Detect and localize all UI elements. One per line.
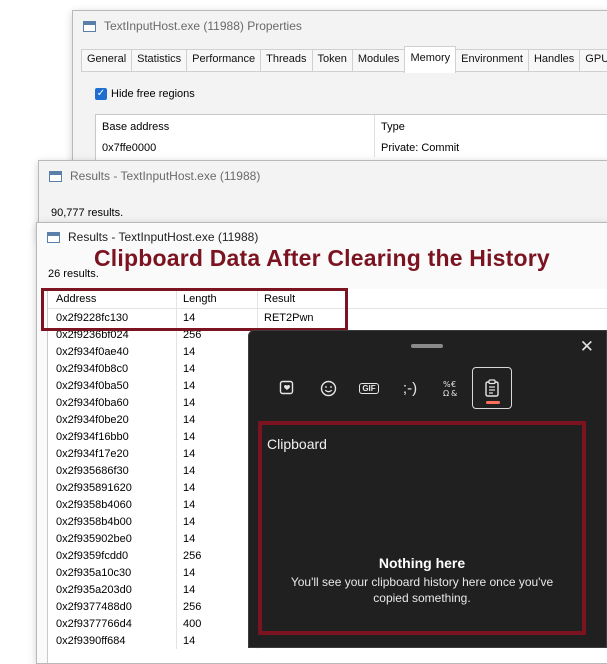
- kaomoji-icon[interactable]: ;-): [390, 367, 430, 409]
- properties-title: TextInputHost.exe (11988) Properties: [104, 19, 302, 33]
- close-icon[interactable]: ✕: [580, 337, 594, 357]
- cell-address: 0x2f934f16bb0: [48, 428, 177, 445]
- results-1-title: Results - TextInputHost.exe (11988): [70, 169, 261, 183]
- tab-environment[interactable]: Environment: [455, 49, 529, 71]
- cell-address: 0x2f935a203d0: [48, 581, 177, 598]
- tab-modules[interactable]: Modules: [351, 49, 406, 71]
- cell-length: 14: [177, 496, 258, 513]
- tab-general[interactable]: General: [81, 49, 133, 71]
- clipboard-content-highlight: Clipboard Nothing here You'll see your c…: [258, 421, 586, 635]
- clipboard-icon[interactable]: [472, 367, 512, 409]
- tab-token[interactable]: Token: [311, 49, 353, 71]
- cell-address: 0x2f934f0ae40: [48, 343, 177, 360]
- cell-address: 0x2f9358b4b00: [48, 513, 177, 530]
- clipboard-section-title: Clipboard: [267, 436, 327, 452]
- cell-length: 14: [177, 411, 258, 428]
- tab-gpu[interactable]: GPU: [579, 49, 607, 71]
- cell-length: 256: [177, 598, 258, 615]
- svg-text:€: €: [451, 380, 456, 389]
- cell-address: 0x2f934f0be20: [48, 411, 177, 428]
- cell-length: 14: [177, 581, 258, 598]
- cell-base-address: 0x7ffe0000: [96, 139, 375, 157]
- panel-tab-bar: GIF ;-) % € Ω &: [267, 367, 513, 409]
- cell-length: 14: [177, 445, 258, 462]
- column-type[interactable]: Type: [375, 121, 405, 133]
- cell-address: 0x2f934f0ba60: [48, 394, 177, 411]
- properties-tabs: General Statistics Performance Threads T…: [81, 46, 607, 73]
- svg-text:%: %: [443, 380, 451, 389]
- svg-text:&: &: [451, 389, 457, 397]
- cell-length: 14: [177, 360, 258, 377]
- emoji-icon[interactable]: [308, 367, 348, 409]
- memory-table-header: Base address Type: [96, 115, 607, 139]
- cell-length: 256: [177, 547, 258, 564]
- emoji-favorites-icon[interactable]: [267, 367, 307, 409]
- app-window-icon: [47, 231, 60, 243]
- tab-statistics[interactable]: Statistics: [131, 49, 188, 71]
- cell-address: 0x2f935686f30: [48, 462, 177, 479]
- results-1-count: 90,777 results.: [51, 207, 124, 219]
- app-window-icon: [83, 20, 96, 32]
- checkmark-icon: ✓: [95, 88, 107, 100]
- cell-type: Private: Commit: [381, 142, 460, 154]
- cell-address: 0x2f935a10c30: [48, 564, 177, 581]
- empty-state-message: You'll see your clipboard history here o…: [290, 575, 554, 605]
- cell-length: 14: [177, 462, 258, 479]
- cell-length: 14: [177, 428, 258, 445]
- cell-address: 0x2f9359fcdd0: [48, 547, 177, 564]
- cell-length: 14: [177, 479, 258, 496]
- cell-length: 14: [177, 377, 258, 394]
- results-2-count: 26 results.: [48, 268, 99, 280]
- symbols-icon[interactable]: % € Ω &: [431, 367, 471, 409]
- cell-address: 0x2f9390ff684: [48, 632, 177, 649]
- hide-free-regions-label: Hide free regions: [111, 88, 195, 100]
- column-base-address[interactable]: Base address: [96, 115, 375, 139]
- app-window-icon: [49, 170, 62, 182]
- drag-handle[interactable]: [411, 344, 443, 348]
- cell-address: 0x2f9377766d4: [48, 615, 177, 632]
- results-2-title: Results - TextInputHost.exe (11988): [68, 230, 259, 244]
- results-1-titlebar[interactable]: Results - TextInputHost.exe (11988): [39, 161, 607, 191]
- cell-address: 0x2f935902be0: [48, 530, 177, 547]
- empty-state-title: Nothing here: [378, 555, 466, 571]
- cell-address: 0x2f934f17e20: [48, 445, 177, 462]
- annotation-headline: Clipboard Data After Clearing the Histor…: [94, 245, 550, 271]
- cell-length: 14: [177, 513, 258, 530]
- cell-address: 0x2f9377488d0: [48, 598, 177, 615]
- cell-length: 14: [177, 394, 258, 411]
- tab-performance[interactable]: Performance: [186, 49, 262, 71]
- cell-length: 14: [177, 564, 258, 581]
- cell-address: 0x2f9358b4060: [48, 496, 177, 513]
- cell-address: 0x2f934f0b8c0: [48, 360, 177, 377]
- cell-length: 14: [177, 632, 258, 649]
- table-row[interactable]: 0x7ffe0000 Private: Commit: [96, 139, 607, 157]
- cell-length: 400: [177, 615, 258, 632]
- clipboard-panel: ✕ GIF ;-) % € Ω & Clipboard Nothing here Yo…: [248, 330, 607, 648]
- properties-titlebar[interactable]: TextInputHost.exe (11988) Properties: [73, 11, 607, 41]
- cell-address: 0x2f934f0ba50: [48, 377, 177, 394]
- first-row-highlight: [41, 288, 348, 331]
- hide-free-regions-checkbox[interactable]: ✓ Hide free regions: [95, 88, 195, 100]
- tab-memory[interactable]: Memory: [404, 46, 457, 73]
- tab-handles[interactable]: Handles: [527, 49, 581, 71]
- cell-address: 0x2f935891620: [48, 479, 177, 496]
- cell-length: 14: [177, 530, 258, 547]
- tab-threads[interactable]: Threads: [260, 49, 313, 71]
- svg-text:Ω: Ω: [443, 389, 449, 397]
- cell-length: 14: [177, 343, 258, 360]
- gif-icon[interactable]: GIF: [349, 367, 389, 409]
